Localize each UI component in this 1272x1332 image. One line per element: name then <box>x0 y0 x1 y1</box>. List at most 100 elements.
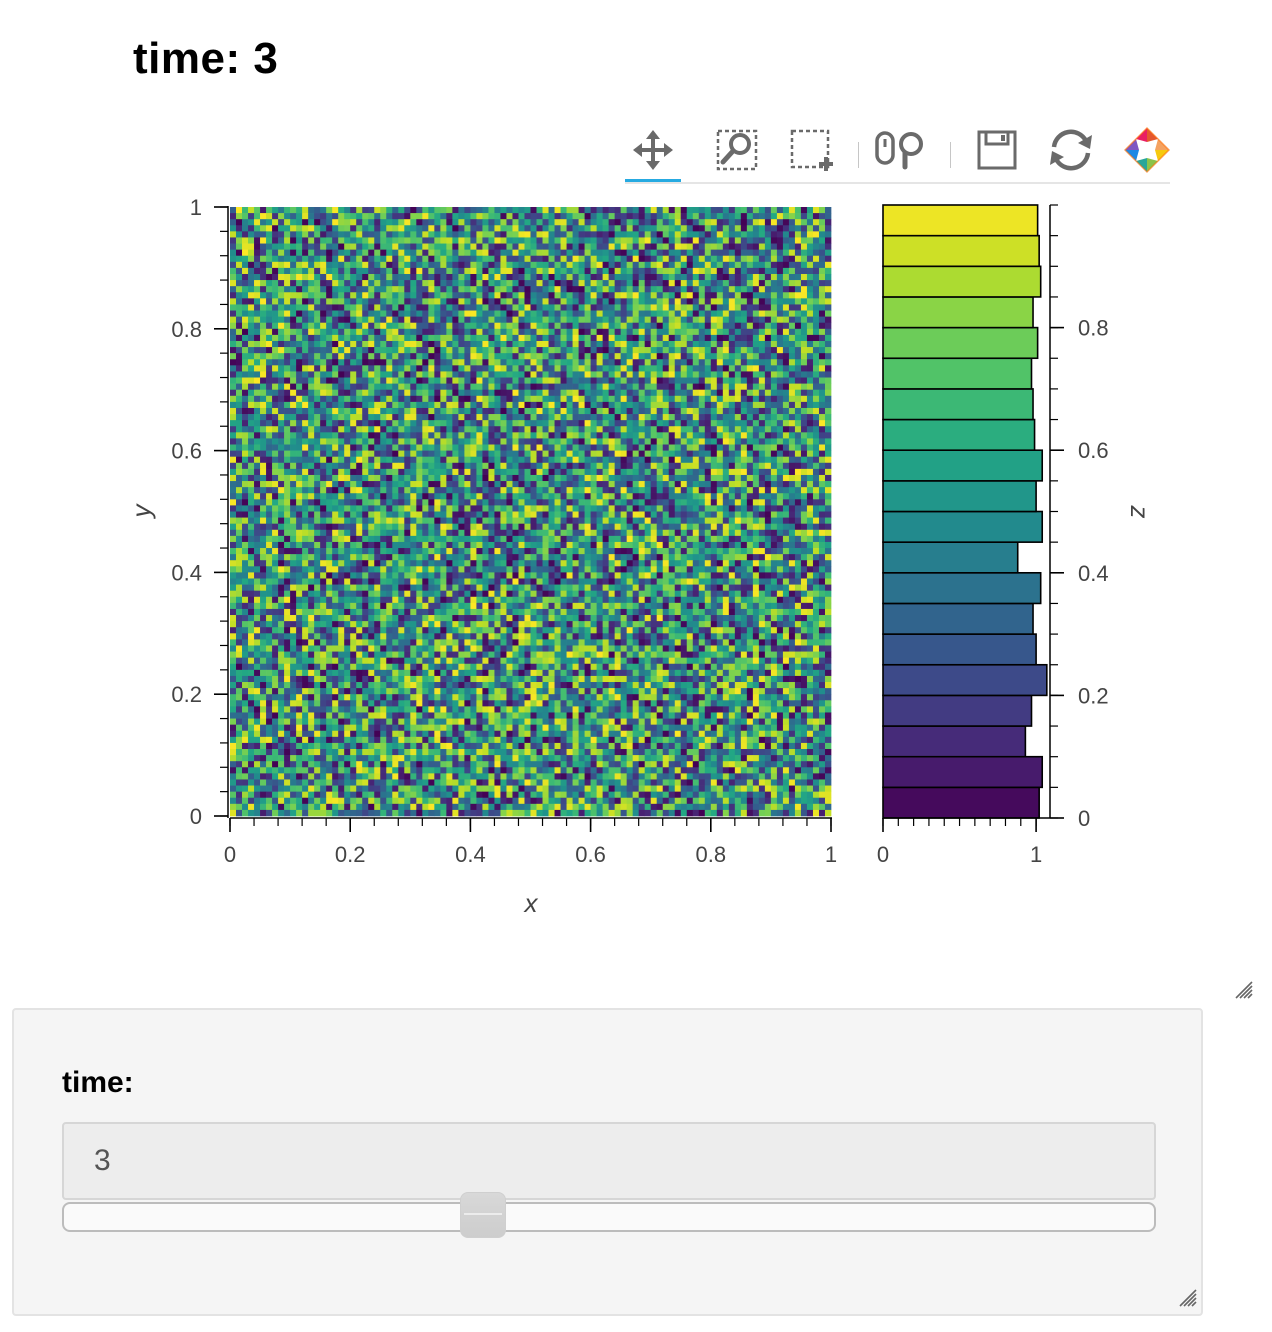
heatmap-cell-4838 <box>458 499 465 506</box>
heatmap-cell-1473 <box>668 292 676 299</box>
heatmap-cell-1250 <box>530 280 537 287</box>
heatmap[interactable] <box>230 207 832 817</box>
heatmap-cell-697 <box>812 243 820 250</box>
heatmap-cell-3672 <box>662 426 670 433</box>
heatmap-cell-1515 <box>320 298 327 305</box>
heatmap-cell-4109 <box>284 456 291 464</box>
heatmap-cell-2299 <box>824 340 832 348</box>
heatmap-cell-1127 <box>392 273 399 281</box>
heatmap-cell-4662 <box>602 487 609 494</box>
heatmap-cell-486 <box>746 231 754 238</box>
heatmap-cell-2986 <box>746 383 754 391</box>
heatmap-cell-2459 <box>584 353 591 360</box>
heatmap-cell-4200 <box>230 462 237 470</box>
heatmap-cell-2314 <box>314 347 321 354</box>
heatmap-cell-2987 <box>752 383 760 391</box>
heatmap-cell-1710 <box>290 310 297 317</box>
heatmap-cell-1079 <box>704 267 712 275</box>
heatmap-cell-1822 <box>362 316 369 324</box>
heatmap-cell-4368 <box>638 468 646 476</box>
heatmap-cell-896 <box>806 255 814 263</box>
heatmap-cell-1543 <box>488 298 495 305</box>
heatmap-cell-732 <box>422 249 429 257</box>
heatmap-cell-1435 <box>440 292 447 299</box>
heatmap-cell-4439 <box>464 474 471 482</box>
heatmap-cell-2548 <box>518 359 525 366</box>
heatmap-cell-4775 <box>680 493 688 500</box>
heatmap-cell-3062 <box>602 389 609 397</box>
heatmap-cell-4181 <box>716 456 724 464</box>
heatmap-cell-1430 <box>410 292 417 299</box>
heatmap-cell-3940 <box>470 444 477 451</box>
heatmap-cell-2135 <box>440 334 447 342</box>
heatmap-cell-3610 <box>290 426 297 433</box>
heatmap-cell-2088 <box>758 328 766 336</box>
heatmap-cell-1828 <box>398 316 405 324</box>
heatmap-cell-780 <box>710 249 718 257</box>
heatmap-cell-3345 <box>500 407 507 415</box>
heatmap-cell-4317 <box>332 468 339 476</box>
heatmap-cell-2687 <box>752 365 760 372</box>
heatmap-cell-2972 <box>662 383 670 391</box>
heatmap-cell-2587 <box>752 359 760 366</box>
heatmap-cell-2659 <box>584 365 591 372</box>
heatmap-cell-1204 <box>254 280 261 287</box>
heatmap-cell-438 <box>458 231 465 238</box>
plot-area[interactable]: 0 0.2 0.4 0.6 0.8 100.20.40.60.81 x y 0 100.20… <box>0 0 1272 940</box>
heatmap-cell-3519 <box>344 420 351 427</box>
heatmap-cell-4076 <box>686 450 694 458</box>
heatmap-cell-4612 <box>302 487 309 494</box>
heatmap-cell-3719 <box>344 432 351 439</box>
heatmap-cell-2732 <box>422 371 429 378</box>
heatmap-cell-4072 <box>662 450 670 458</box>
heatmap-cell-4873 <box>668 499 676 506</box>
heatmap-cell-4969 <box>644 505 652 512</box>
heatmap-cell-2375 <box>680 347 688 354</box>
heatmap-cell-3908 <box>278 444 285 451</box>
heatmap-cell-3691 <box>776 426 784 433</box>
heatmap-cell-2514 <box>314 359 321 366</box>
heatmap-cell-4359 <box>584 468 591 476</box>
heatmap-cell-763 <box>608 249 615 257</box>
heatmap-cell-1443 <box>488 292 495 299</box>
heatmap-cell-4600 <box>230 487 237 494</box>
heatmap-cell-38 <box>458 207 465 214</box>
heatmap-cell-2322 <box>362 347 369 354</box>
heatmap-cell-2008 <box>278 328 285 336</box>
heatmap-cell-257 <box>572 219 579 226</box>
heatmap-cell-1814 <box>314 316 321 324</box>
heatmap-cell-2909 <box>284 383 291 391</box>
heatmap-cell-2850 <box>530 377 537 384</box>
heatmap-cell-2559 <box>584 359 591 366</box>
heatmap-cell-3840 <box>470 438 477 445</box>
heatmap-cell-3314 <box>314 407 321 415</box>
heatmap-cell-1855 <box>560 316 567 324</box>
heatmap-cell-3107 <box>272 395 279 403</box>
heatmap-cell-3255 <box>560 401 567 409</box>
heatmap-cell-1367 <box>632 286 640 293</box>
heatmap-cell-514 <box>314 237 321 244</box>
heatmap-cell-3628 <box>398 426 405 433</box>
heatmap-cell-571 <box>656 237 664 244</box>
heatmap-cell-2741 <box>476 371 483 378</box>
heatmap-cell-1342 <box>482 286 489 293</box>
heatmap-cell-4770 <box>650 493 658 500</box>
heatmap-cell-3 <box>248 207 255 214</box>
heatmap-cell-3574 <box>674 420 682 427</box>
heatmap-cell-4046 <box>506 450 513 458</box>
heatmap-cell-416 <box>326 231 333 238</box>
heatmap-cell-2434 <box>434 353 441 360</box>
heatmap-cell-2949 <box>524 383 531 391</box>
heatmap-cell-2224 <box>374 340 381 348</box>
heatmap-cell-877 <box>692 255 700 263</box>
heatmap-cell-506 <box>266 237 273 244</box>
heatmap-cell-714 <box>314 249 321 257</box>
heatmap-cell-181 <box>716 213 724 220</box>
heatmap-cell-3011 <box>296 389 303 397</box>
heatmap-cell-3851 <box>536 438 543 445</box>
heatmap-cell-1913 <box>308 322 315 330</box>
heatmap-cell-580 <box>710 237 718 244</box>
heatmap-cell-1606 <box>266 304 273 311</box>
heatmap-cell-3141 <box>476 395 483 403</box>
heatmap-cell-3175 <box>680 395 688 403</box>
